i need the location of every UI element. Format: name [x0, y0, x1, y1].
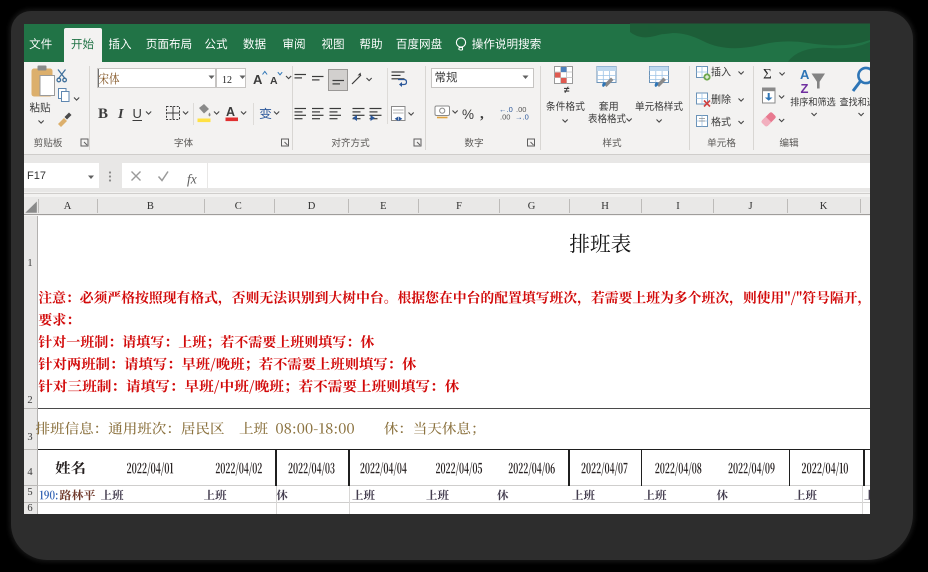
svg-text:.00: .00 — [500, 113, 510, 122]
svg-text:I: I — [117, 107, 124, 122]
svg-text:,: , — [480, 106, 484, 122]
svg-text:fx: fx — [187, 172, 197, 187]
svg-text:≠: ≠ — [564, 85, 570, 96]
svg-text:A: A — [270, 75, 278, 87]
svg-text:A: A — [226, 105, 235, 119]
svg-text:Σ: Σ — [763, 67, 772, 83]
svg-text:A: A — [253, 72, 263, 87]
svg-text:B: B — [98, 106, 108, 122]
svg-text:U: U — [133, 106, 142, 121]
svg-text:%: % — [462, 107, 474, 122]
svg-text:A: A — [800, 67, 810, 82]
svg-text:Z: Z — [801, 81, 809, 96]
svg-text:→.0: →.0 — [515, 113, 529, 122]
